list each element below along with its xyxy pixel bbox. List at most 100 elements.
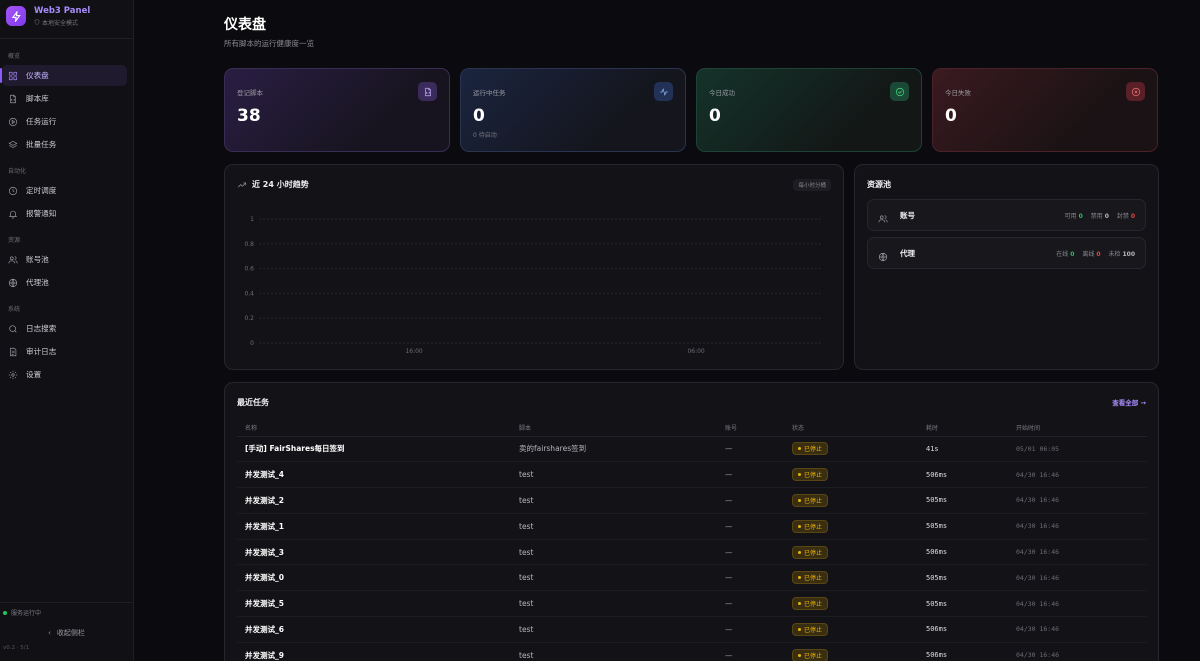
table-row[interactable]: 并发测试_1 test — 已停止 505ms 04/30 16:46 <box>237 513 1147 540</box>
table-row[interactable]: 并发测试_6 test — 已停止 506ms 04/30 16:46 <box>237 616 1147 643</box>
sidebar-item-schedule[interactable]: 定时调度 <box>2 180 127 201</box>
task-account: — <box>717 513 784 540</box>
column-header[interactable]: 账号 <box>717 419 784 437</box>
table-row[interactable]: [手动] FairShares每日签到 卖的fairshares签到 — 已停止 41s… <box>237 436 1147 463</box>
version: v0.2 · 5/1 <box>3 645 30 651</box>
sidebar-item-task-run[interactable]: 任务运行 <box>2 111 127 132</box>
column-header[interactable]: 名称 <box>237 419 511 437</box>
task-duration: 505ms <box>918 487 1008 514</box>
stat-value: 0 <box>473 106 485 126</box>
y-tick-label: 1 <box>250 216 254 223</box>
table-row[interactable]: 并发测试_4 test — 已停止 506ms 04/30 16:46 <box>237 461 1147 489</box>
task-duration: 505ms <box>918 590 1008 618</box>
task-duration: 505ms <box>918 564 1008 592</box>
sidebar-item-dashboard[interactable]: 仪表盘 <box>0 65 127 86</box>
chevron-left-icon: ‹ <box>48 629 51 637</box>
globe-icon <box>8 278 18 287</box>
table-row[interactable]: 并发测试_9 test — 已停止 506ms 04/30 16:46 <box>237 642 1147 661</box>
task-start-time: 04/30 16:46 <box>1008 487 1147 514</box>
audit-log-icon <box>10 347 17 356</box>
dashboard-icon <box>8 71 18 80</box>
trend-chart: 0 0.2 0.4 0.6 0.8 1 16:00 06:00 <box>244 216 823 355</box>
globe-icon <box>878 247 890 262</box>
sidebar: Web3 Panel 本地安全模式 概览 仪表盘 脚本库 任务运行 批量任务 自… <box>0 0 134 661</box>
table-row[interactable]: 并发测试_2 test — 已停止 505ms 04/30 16:46 <box>237 487 1147 514</box>
activity-icon <box>654 82 673 101</box>
task-start-time: 05/01 06:05 <box>1008 436 1147 463</box>
stat-value: 0 <box>945 106 957 126</box>
table-row[interactable]: 并发测试_0 test — 已停止 505ms 04/30 16:46 <box>237 564 1147 592</box>
sidebar-item-batch[interactable]: 批量任务 <box>2 134 127 155</box>
clock-icon <box>8 186 18 195</box>
sidebar-item-log-search[interactable]: 日志搜索 <box>2 318 127 339</box>
stat-card-running-tasks[interactable]: 运行中任务 0 0 待启动 <box>460 68 686 152</box>
sidebar-item-label: 代理池 <box>26 278 49 287</box>
task-script: 卖的fairshares签到 <box>511 436 717 463</box>
pool-row-accounts[interactable]: 账号 可用 0 禁用 0 封禁 0 <box>867 199 1146 231</box>
section-title-system: 系统 <box>8 306 21 313</box>
sidebar-item-label: 定时调度 <box>26 186 57 195</box>
sidebar-item-scripts[interactable]: 脚本库 <box>2 88 127 109</box>
x-tick-label: 16:00 <box>405 348 422 355</box>
table-row[interactable]: 并发测试_5 test — 已停止 505ms 04/30 16:46 <box>237 590 1147 618</box>
column-header[interactable]: 开始时间 <box>1008 419 1147 437</box>
task-duration: 506ms <box>918 539 1008 566</box>
task-name: 并发测试_1 <box>237 513 511 540</box>
column-header[interactable]: 脚本 <box>511 419 717 437</box>
sidebar-item-label: 审计日志 <box>26 347 57 356</box>
stat-card-today-success[interactable]: 今日成功 0 <box>696 68 922 152</box>
sidebar-item-label: 批量任务 <box>26 140 57 149</box>
stat-card-registered-scripts[interactable]: 登记脚本 38 <box>224 68 450 152</box>
task-account: — <box>717 487 784 514</box>
sidebar-footer: 服务运行中 ‹ 收起侧栏 v0.2 · 5/1 <box>0 602 133 655</box>
sidebar-item-settings[interactable]: 设置 <box>2 364 127 385</box>
shield-icon <box>34 19 40 25</box>
trend-title: 近 24 小时趋势 <box>252 180 309 189</box>
collapse-sidebar-button[interactable]: ‹ 收起侧栏 <box>0 625 133 641</box>
task-duration: 506ms <box>918 461 1008 489</box>
stat-label: 今日失败 <box>945 89 971 97</box>
column-header[interactable]: 耗时 <box>918 419 1008 437</box>
pool-row-proxies[interactable]: 代理 在线 0 离线 0 未检 100 <box>867 237 1146 269</box>
search-icon <box>9 324 17 333</box>
column-header[interactable]: 状态 <box>784 419 918 437</box>
status-badge: 已停止 <box>792 468 829 482</box>
brand[interactable]: Web3 Panel 本地安全模式 <box>0 0 133 32</box>
pool-stat-available: 可用 0 <box>1064 212 1083 220</box>
section-title-resources: 资源 <box>8 237 21 244</box>
status-badge: 已停止 <box>792 545 829 559</box>
sidebar-item-proxies[interactable]: 代理池 <box>2 272 127 293</box>
sidebar-item-accounts[interactable]: 账号池 <box>2 249 127 270</box>
task-start-time: 04/30 16:46 <box>1008 642 1147 661</box>
divider <box>0 38 133 39</box>
play-circle-icon <box>8 117 18 126</box>
check-circle-icon <box>890 82 909 101</box>
task-script: test <box>511 487 717 514</box>
recent-tasks-panel: 最近任务 查看全部 → 名称 脚本 账号 状态 耗时 开始时间 [手动] Fai… <box>224 382 1159 661</box>
status-badge: 已停止 <box>792 519 829 533</box>
pool-name: 代理 <box>900 248 915 258</box>
status-badge: 已停止 <box>792 571 829 585</box>
hourly-bucket-badge: 每小时分桶 <box>793 179 831 191</box>
view-all-link[interactable]: 查看全部 → <box>1112 397 1146 407</box>
task-script: test <box>511 590 717 618</box>
table-row[interactable]: 并发测试_3 test — 已停止 506ms 04/30 16:46 <box>237 539 1147 566</box>
task-name: 并发测试_0 <box>237 564 511 592</box>
sidebar-item-label: 日志搜索 <box>26 324 57 333</box>
task-name: 并发测试_5 <box>237 590 511 618</box>
sidebar-item-label: 仪表盘 <box>26 71 49 80</box>
task-start-time: 04/30 16:46 <box>1008 513 1147 540</box>
task-name: 并发测试_4 <box>237 461 511 489</box>
task-script: test <box>511 642 717 661</box>
stat-card-today-failure[interactable]: 今日失败 0 <box>932 68 1158 152</box>
sidebar-item-audit-log[interactable]: 审计日志 <box>2 341 127 362</box>
brand-title: Web3 Panel <box>34 5 91 16</box>
resource-pool-panel: 资源池 账号 可用 0 禁用 0 封禁 0 代理 在线 0 离线 0 未检 10… <box>854 164 1159 370</box>
sidebar-item-alerts[interactable]: 报警通知 <box>2 203 127 224</box>
status-badge: 已停止 <box>792 442 829 456</box>
status-dot <box>3 610 7 615</box>
arrow-right-icon: → <box>1140 399 1146 407</box>
layers-icon <box>8 140 18 148</box>
status-dot <box>798 447 801 451</box>
task-duration: 41s <box>918 436 1008 463</box>
